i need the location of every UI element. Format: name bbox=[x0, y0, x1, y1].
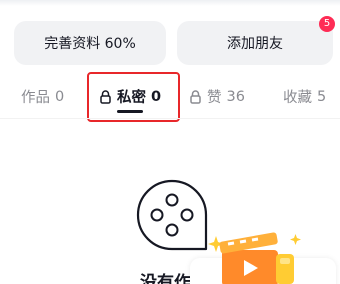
tab-favorites-count: 5 bbox=[317, 88, 327, 105]
tab-works-count: 0 bbox=[55, 88, 65, 105]
tabs-divider bbox=[0, 118, 340, 119]
active-tab-indicator bbox=[117, 110, 143, 113]
complete-profile-label: 完善资料 60% bbox=[44, 36, 136, 52]
tab-likes[interactable]: 赞 36 bbox=[190, 86, 245, 107]
tab-favorites-label: 收藏 bbox=[283, 90, 312, 106]
tab-highlight-frame bbox=[87, 72, 180, 122]
tab-likes-label: 赞 bbox=[207, 90, 222, 106]
tab-works-label: 作品 bbox=[21, 90, 50, 106]
lock-icon bbox=[190, 89, 201, 104]
tab-works[interactable]: 作品 0 bbox=[21, 86, 64, 107]
tab-likes-count: 36 bbox=[226, 88, 245, 105]
empty-state-text: 没有作 bbox=[140, 273, 191, 284]
tab-favorites[interactable]: 收藏 5 bbox=[283, 86, 326, 107]
add-friends-button[interactable]: 添加朋友 5 bbox=[177, 16, 335, 65]
add-friends-label: 添加朋友 bbox=[227, 36, 283, 52]
film-reel-icon bbox=[136, 179, 208, 251]
top-edge-shadow bbox=[0, 0, 340, 6]
complete-profile-button[interactable]: 完善资料 60% bbox=[14, 21, 166, 65]
clapperboard-promo-icon[interactable] bbox=[206, 232, 306, 284]
notification-badge: 5 bbox=[319, 16, 335, 32]
